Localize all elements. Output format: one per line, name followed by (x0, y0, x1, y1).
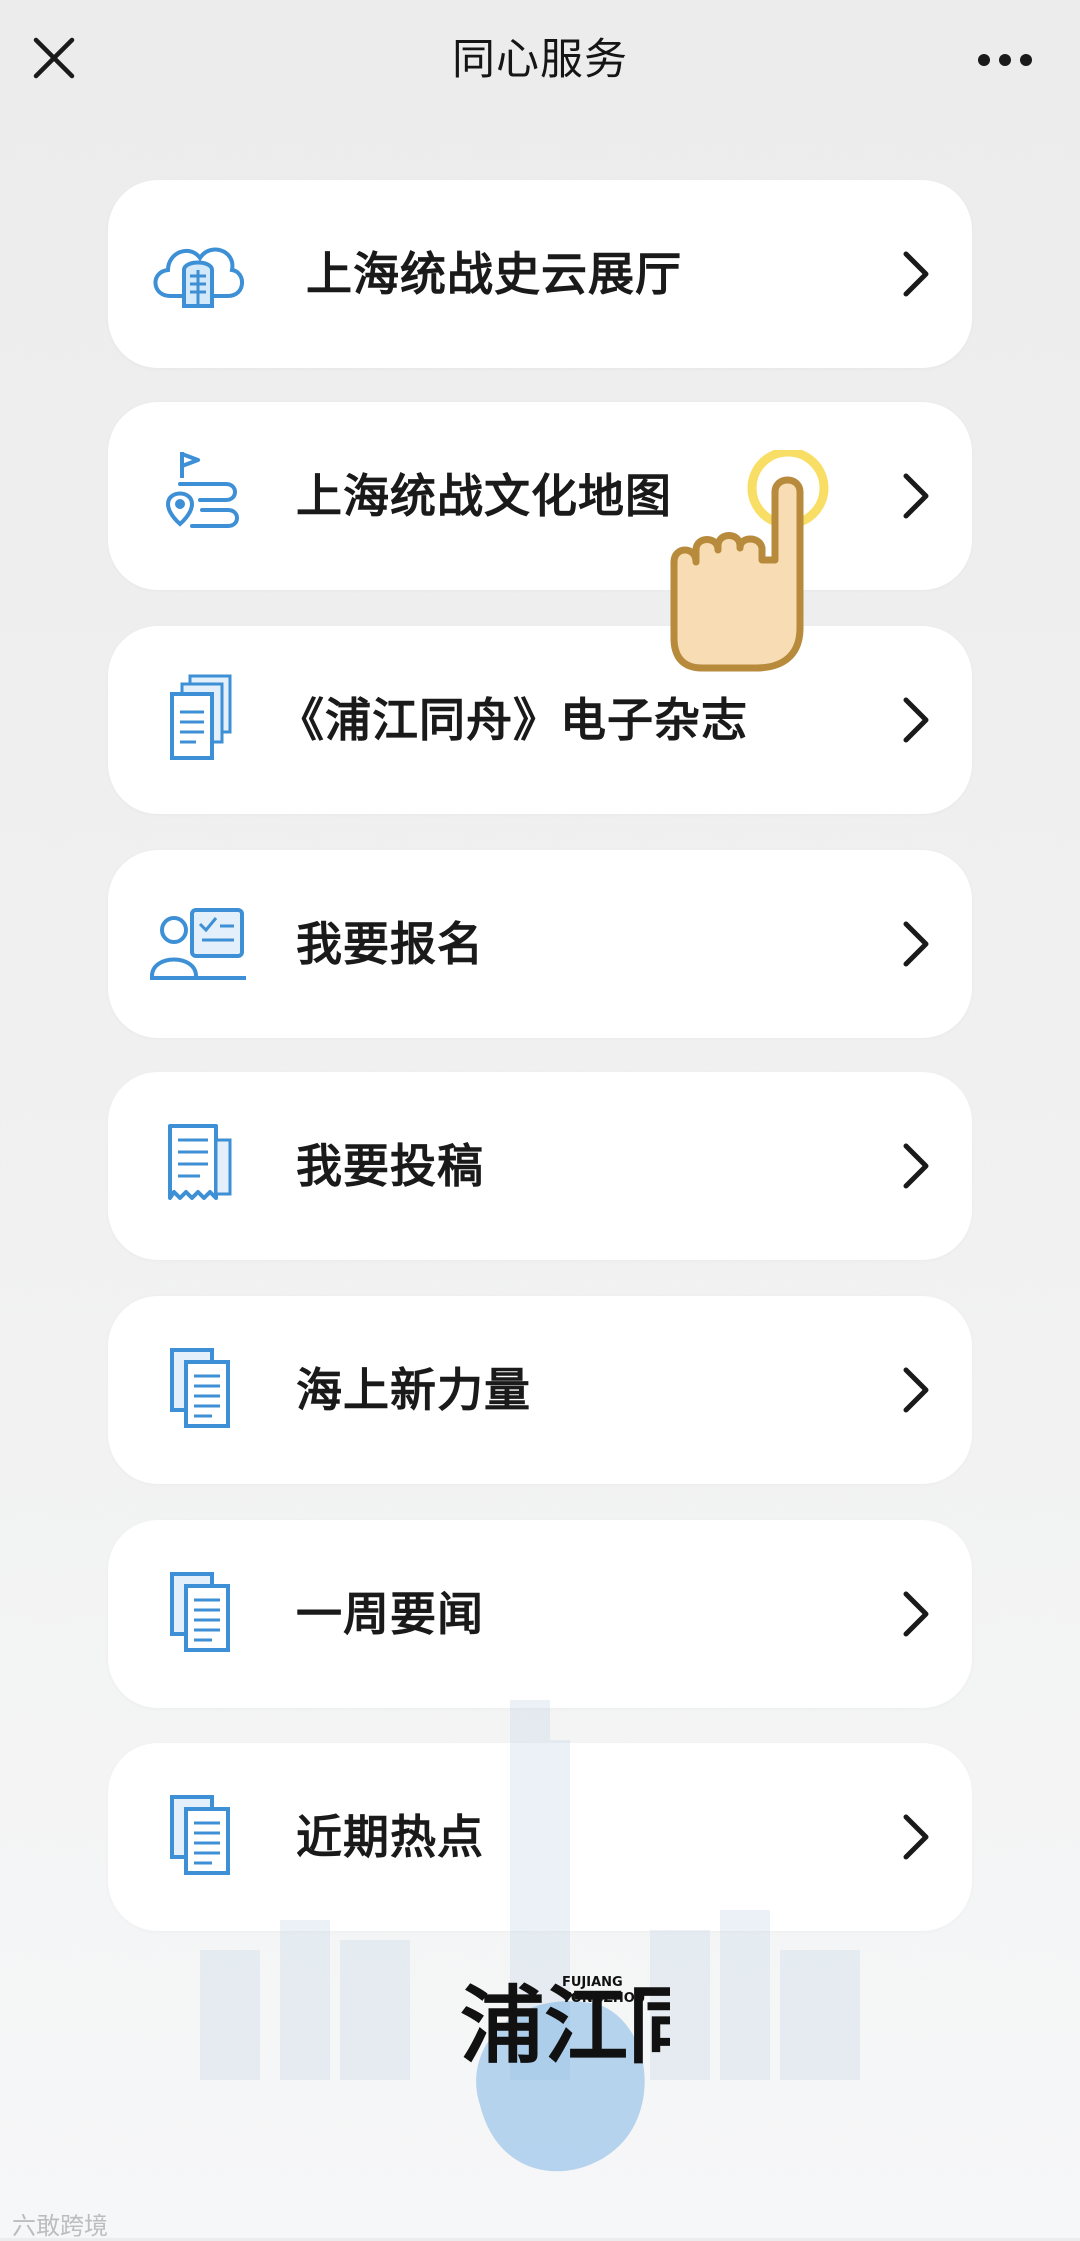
logo-english-line1: FUJIANG (562, 1975, 623, 1990)
watermark: 六敢跨境 (12, 2212, 108, 2240)
chevron-right-icon (903, 1367, 929, 1413)
document-copy-icon (170, 1348, 230, 1428)
pujiang-tongzhou-logo: 浦江同舟 FUJIANG TONGZHOU (440, 1945, 796, 2225)
menu-item-label: 我要报名 (296, 917, 484, 971)
chevron-right-icon (903, 473, 929, 519)
menu-item-label: 我要投稿 (296, 1139, 484, 1193)
chevron-right-icon (903, 1143, 929, 1189)
top-bar: 同心服务 (0, 0, 1080, 124)
document-submit-icon (168, 1124, 232, 1200)
cloud-hall-icon (153, 247, 244, 308)
chevron-right-icon (903, 921, 929, 967)
menu-item-label: 海上新力量 (296, 1363, 531, 1417)
menu-item-history-hall[interactable]: 上海统战史云展厅 (108, 180, 972, 368)
menu-item-label: 一周要闻 (296, 1587, 484, 1641)
magazine-stack-icon (170, 674, 232, 760)
more-options-icon[interactable] (970, 38, 1040, 82)
menu-item-new-force[interactable]: 海上新力量 (108, 1296, 972, 1484)
map-pin-route-icon (165, 452, 239, 528)
menu-item-label: 上海统战文化地图 (296, 469, 672, 523)
logo-english-text: FUJIANG TONGZHOU (562, 1975, 645, 2007)
tap-hand-icon (670, 450, 829, 672)
document-copy-icon (170, 1572, 230, 1652)
chevron-right-icon (903, 1591, 929, 1637)
menu-item-weekly-news[interactable]: 一周要闻 (108, 1520, 972, 1708)
logo-english-line2: TONGZHOU (562, 1991, 646, 2006)
person-signup-icon (150, 908, 246, 980)
menu-item-label: 《浦江同舟》电子杂志 (278, 693, 748, 747)
menu-item-label: 上海统战史云展厅 (306, 247, 682, 301)
menu-item-signup[interactable]: 我要报名 (108, 850, 972, 1038)
chevron-right-icon (903, 697, 929, 743)
page-title: 同心服务 (452, 35, 628, 85)
menu-item-submit[interactable]: 我要投稿 (108, 1072, 972, 1260)
chevron-right-icon (903, 1814, 929, 1860)
chevron-right-icon (903, 251, 929, 297)
